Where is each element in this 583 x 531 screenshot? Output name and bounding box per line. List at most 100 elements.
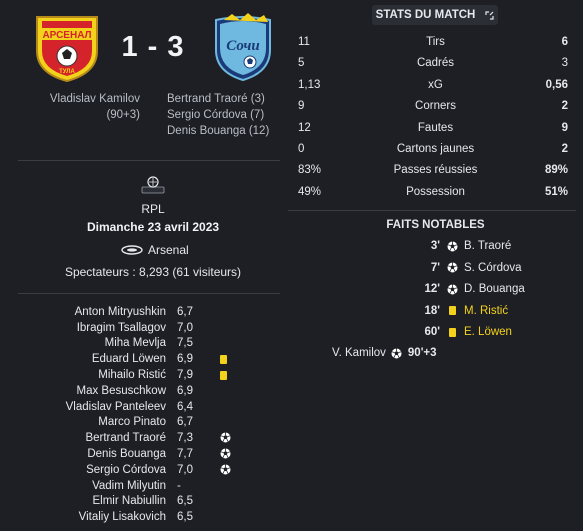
player-name[interactable]: Elmir Nabiullin bbox=[20, 495, 167, 507]
venue[interactable]: Arsenal bbox=[121, 243, 189, 257]
player-name[interactable]: Max Besuschkow bbox=[20, 385, 166, 397]
event-row[interactable]: V. Kamilov 90'+3 bbox=[332, 343, 437, 363]
home-scorers: Vladislav Kamilov (90+3) bbox=[14, 91, 140, 123]
match-stats-header[interactable]: STATS DU MATCH bbox=[372, 5, 498, 25]
player-row[interactable]: Denis Bouanga 7,7 bbox=[20, 446, 270, 462]
league-logo-icon[interactable] bbox=[140, 175, 166, 195]
player-row[interactable]: Marco Pinato 6,7 bbox=[20, 415, 270, 431]
away-team-crest[interactable]: Сочи bbox=[210, 12, 276, 82]
away-scorer[interactable]: Sergio Córdova (7) bbox=[167, 107, 287, 123]
event-player[interactable]: B. Traoré bbox=[464, 240, 511, 252]
goal-ball-icon bbox=[220, 432, 231, 443]
player-name[interactable]: Anton Mitryushkin bbox=[20, 306, 166, 318]
player-rating: 6,7 bbox=[177, 305, 193, 318]
player-rating: 6,5 bbox=[177, 495, 193, 508]
goal-ball-icon bbox=[447, 241, 457, 251]
stat-label: Tirs bbox=[426, 36, 445, 48]
player-name[interactable]: Mihailo Ristić bbox=[20, 369, 166, 381]
stat-label: Possession bbox=[406, 185, 465, 198]
player-row[interactable]: Mihailo Ristić 7,9 bbox=[20, 367, 270, 383]
player-row[interactable]: Anton Mitryushkin 6,7 bbox=[20, 304, 270, 320]
home-scorer-name[interactable]: Vladislav Kamilov bbox=[14, 91, 140, 107]
player-row[interactable]: Elmir Nabiullin 6,5 bbox=[20, 494, 270, 510]
yellow-card-icon bbox=[448, 306, 456, 315]
player-name[interactable]: Vladislav Panteleev bbox=[20, 401, 166, 413]
event-icon bbox=[440, 327, 464, 337]
stat-label: Corners bbox=[415, 100, 456, 113]
stat-label: xG bbox=[428, 78, 443, 91]
player-rating: 7,7 bbox=[177, 448, 193, 461]
stat-label: Passes réussies bbox=[393, 164, 478, 177]
event-player[interactable]: D. Bouanga bbox=[464, 283, 525, 295]
stat-row: 0 Cartons jaunes 2 bbox=[288, 143, 583, 164]
stat-row: 11 Tirs 6 bbox=[288, 36, 583, 57]
event-minute: 12' bbox=[424, 283, 440, 295]
stat-away-value: 51% bbox=[544, 185, 568, 198]
home-team-crest[interactable]: АРСЕНАЛ ТУЛА bbox=[31, 11, 103, 83]
stat-away-value: 2 bbox=[561, 143, 568, 155]
player-row[interactable]: Sergio Córdova 7,0 bbox=[20, 462, 270, 478]
match-score: 1 - 3 bbox=[121, 31, 185, 63]
home-scorer-minute: (90+3) bbox=[106, 109, 140, 121]
player-name[interactable]: Vitaliy Lisakovich bbox=[20, 511, 166, 523]
player-row[interactable]: Vitaliy Lisakovich 6,5 bbox=[20, 509, 270, 525]
player-name[interactable]: Marco Pinato bbox=[20, 416, 166, 428]
event-row[interactable]: 3' B. Traoré bbox=[398, 236, 511, 256]
player-name[interactable]: Miha Mevlja bbox=[20, 337, 166, 349]
event-icon bbox=[440, 306, 464, 315]
divider bbox=[18, 293, 280, 294]
player-event bbox=[220, 432, 231, 446]
event-row[interactable]: 7' S. Córdova bbox=[398, 258, 522, 278]
player-row[interactable]: Eduard Löwen 6,9 bbox=[20, 351, 270, 367]
player-rating: 7,5 bbox=[177, 337, 193, 350]
stat-away-value: 9 bbox=[561, 121, 568, 134]
player-name[interactable]: Eduard Löwen bbox=[20, 353, 166, 365]
player-name[interactable]: Vadim Milyutin bbox=[20, 480, 166, 492]
goal-ball-icon bbox=[447, 284, 457, 294]
away-scorer[interactable]: Bertrand Traoré (3) bbox=[167, 91, 287, 107]
player-row[interactable]: Miha Mevlja 7,5 bbox=[20, 336, 270, 352]
svg-text:ТУЛА: ТУЛА bbox=[59, 69, 75, 75]
player-name[interactable]: Ibragim Tsallagov bbox=[20, 322, 166, 334]
stat-row: 5 Cadrés 3 bbox=[288, 57, 583, 78]
league-name[interactable]: RPL bbox=[0, 202, 306, 216]
event-player[interactable]: S. Córdova bbox=[464, 262, 522, 274]
stat-row: 9 Corners 2 bbox=[288, 100, 583, 121]
match-date: Dimanche 23 avril 2023 bbox=[86, 220, 220, 234]
event-minute: 18' bbox=[424, 304, 440, 317]
stadium-icon bbox=[121, 245, 143, 255]
stat-row: 1,13 xG 0,56 bbox=[288, 79, 583, 100]
svg-text:АРСЕНАЛ: АРСЕНАЛ bbox=[42, 30, 91, 41]
stat-label: Cartons jaunes bbox=[396, 143, 475, 155]
event-minute: 90'+3 bbox=[407, 347, 437, 359]
player-rating: 7,0 bbox=[177, 321, 193, 334]
stat-away-value: 3 bbox=[561, 57, 568, 70]
player-row[interactable]: Ibragim Tsallagov 7,0 bbox=[20, 320, 270, 336]
away-scorer[interactable]: Denis Bouanga (12) bbox=[167, 123, 287, 139]
player-name[interactable]: Denis Bouanga bbox=[20, 448, 166, 460]
player-rating: 7,3 bbox=[177, 432, 193, 445]
event-icon bbox=[386, 348, 408, 359]
expand-icon[interactable] bbox=[485, 10, 494, 20]
player-row[interactable]: Bertrand Traoré 7,3 bbox=[20, 430, 270, 446]
player-rating: - bbox=[177, 479, 181, 492]
player-row[interactable]: Vadim Milyutin - bbox=[20, 478, 270, 494]
event-player[interactable]: E. Löwen bbox=[464, 326, 512, 338]
event-row[interactable]: 18' M. Ristić bbox=[398, 301, 508, 321]
stat-row: 83% Passes réussies 89% bbox=[288, 164, 583, 185]
stat-away-value: 89% bbox=[544, 164, 568, 177]
player-name[interactable]: Bertrand Traoré bbox=[20, 432, 166, 444]
event-row[interactable]: 12' D. Bouanga bbox=[398, 279, 525, 299]
player-rating: 7,9 bbox=[177, 369, 193, 382]
event-player[interactable]: M. Ristić bbox=[464, 305, 508, 317]
yellow-card-icon bbox=[220, 371, 227, 381]
event-player[interactable]: V. Kamilov bbox=[332, 347, 386, 359]
player-row[interactable]: Vladislav Panteleev 6,4 bbox=[20, 399, 270, 415]
player-event bbox=[220, 464, 231, 478]
event-icon bbox=[440, 262, 464, 273]
stat-row: 12 Fautes 9 bbox=[288, 122, 583, 143]
stat-label: Fautes bbox=[417, 121, 454, 134]
event-row[interactable]: 60' E. Löwen bbox=[398, 322, 512, 342]
player-name[interactable]: Sergio Córdova bbox=[20, 464, 166, 476]
player-row[interactable]: Max Besuschkow 6,9 bbox=[20, 383, 270, 399]
